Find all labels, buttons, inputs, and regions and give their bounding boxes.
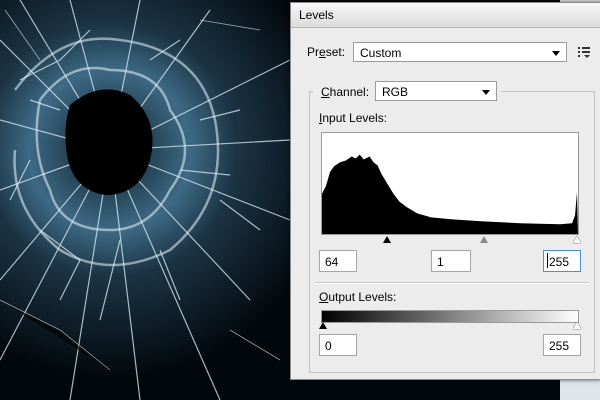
preset-dropdown[interactable]: Custom <box>353 42 567 62</box>
output-black-slider[interactable] <box>319 322 327 329</box>
dialog-titlebar[interactable]: Levels <box>291 3 600 28</box>
text-cursor <box>547 253 548 268</box>
chevron-down-icon <box>482 90 490 95</box>
histogram-shape <box>322 154 578 234</box>
levels-dialog: Levels Preset: Custom Channel: RGB Input… <box>290 2 600 380</box>
input-black-slider[interactable] <box>383 236 391 243</box>
input-gamma-field[interactable]: 1 <box>431 250 471 272</box>
output-gradient-bar <box>321 310 579 323</box>
channel-label: Channel: <box>321 85 370 99</box>
histogram <box>321 132 579 235</box>
input-white-field[interactable]: 255 <box>543 250 581 272</box>
output-white-field[interactable]: 255 <box>543 334 581 356</box>
output-levels-label: Output Levels: <box>319 290 397 304</box>
output-black-field[interactable]: 0 <box>319 334 357 356</box>
bullet-hole <box>65 89 153 195</box>
output-white-slider[interactable] <box>573 322 581 329</box>
input-levels-label: Input Levels: <box>319 111 388 125</box>
channel-dropdown[interactable]: RGB <box>375 81 497 101</box>
section-divider <box>315 282 589 284</box>
input-gamma-slider[interactable] <box>480 236 488 243</box>
preset-value: Custom <box>360 46 402 60</box>
input-black-field[interactable]: 64 <box>319 250 357 272</box>
chevron-down-icon <box>552 51 560 56</box>
preset-label: Preset: <box>307 45 346 59</box>
channel-value: RGB <box>382 85 409 99</box>
dialog-title: Levels <box>299 8 334 22</box>
preset-options-icon[interactable] <box>577 45 591 59</box>
input-white-slider[interactable] <box>573 236 581 243</box>
